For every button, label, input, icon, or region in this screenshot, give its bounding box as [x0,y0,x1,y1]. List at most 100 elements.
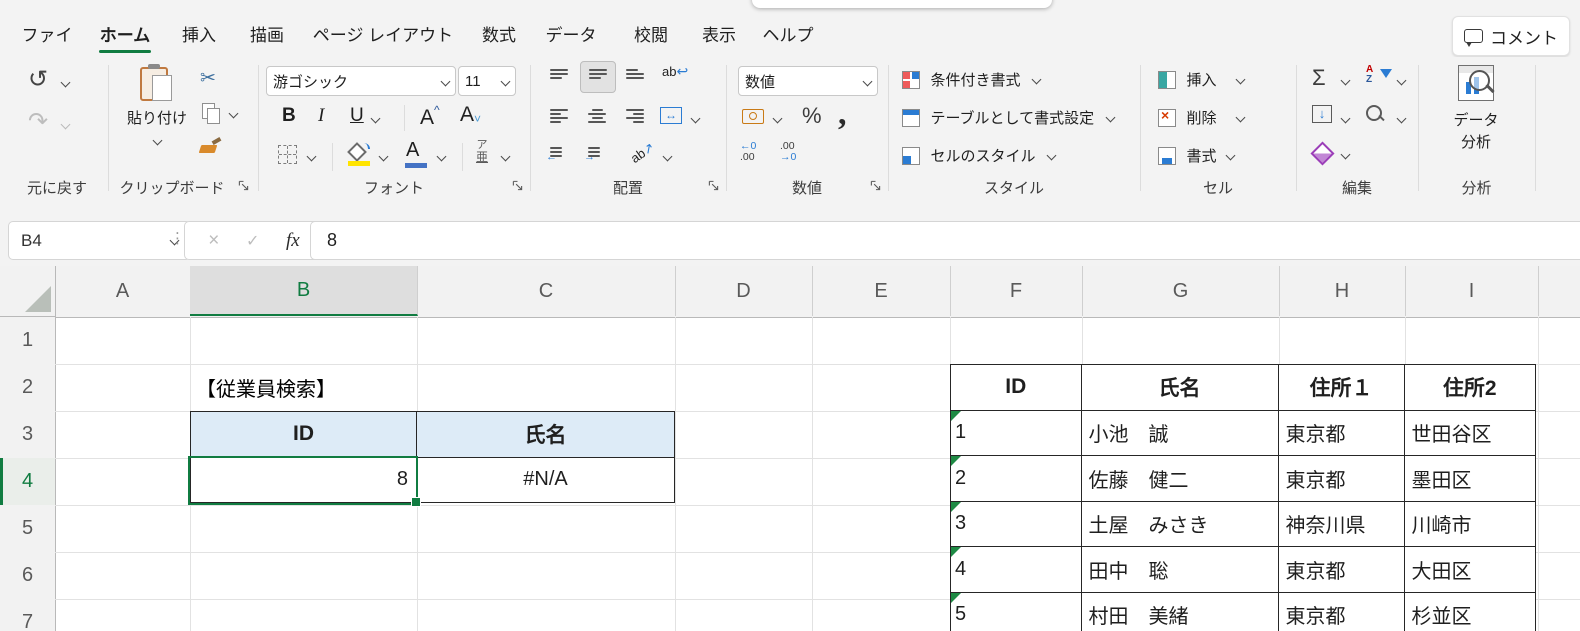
cell-I4[interactable]: 墨田区 [1404,456,1536,502]
redo-icon[interactable]: ↷ [28,107,48,135]
cell-I3[interactable]: 世田谷区 [1404,410,1536,456]
cell-F7[interactable]: 5 [951,592,1082,631]
tab-formulas[interactable]: 数式 [472,20,526,54]
autosum-button[interactable]: Σ [1312,65,1326,91]
increase-decimal-button[interactable]: ←0.00 [740,140,756,163]
align-top-button[interactable] [550,69,568,79]
clear-eraser-icon[interactable] [1310,141,1335,166]
row-header-1[interactable]: 1 [0,317,56,365]
insert-cells-button[interactable]: 挿入 [1158,69,1246,94]
fill-dropdown-chevron[interactable] [1340,113,1351,124]
bold-button[interactable]: B [282,105,296,127]
clipboard-dialog-launcher[interactable] [238,178,249,196]
percent-style-button[interactable]: % [802,103,822,129]
cell-F5[interactable]: 3 [951,501,1082,547]
alignment-dialog-launcher[interactable] [708,178,719,196]
name-box[interactable]: B4 [8,221,191,260]
row-header-5[interactable]: 5 [0,505,56,553]
cell-B2-search-title[interactable]: 【従業員検索】 [196,364,496,411]
align-left-button[interactable] [550,109,568,123]
autosum-dropdown-chevron[interactable] [1340,75,1351,86]
cell-F6[interactable]: 4 [951,547,1082,593]
cell-B3[interactable]: ID [191,412,417,458]
cell-H6[interactable]: 東京都 [1278,547,1405,593]
cell-C4-na-result[interactable]: #N/A [417,457,675,503]
cell-H3[interactable]: 東京都 [1278,410,1405,456]
number-format-combobox[interactable]: 数値 [738,66,878,96]
underline-button[interactable]: U [350,105,364,127]
data-analysis-button[interactable]: データ 分析 [1430,61,1522,161]
undo-icon[interactable]: ↺ [28,65,48,93]
row-header-3[interactable]: 3 [0,411,56,459]
column-header-F[interactable]: F [950,266,1083,316]
cell-I6[interactable]: 大田区 [1404,547,1536,593]
cell-G5[interactable]: 土屋 みさき [1081,501,1279,547]
tab-page-layout[interactable]: ページ レイアウト [310,20,456,54]
cell-I2[interactable]: 住所2 [1404,365,1536,411]
clear-dropdown-chevron[interactable] [1340,149,1351,160]
copy-dropdown-chevron[interactable] [228,108,239,119]
italic-button[interactable]: I [318,105,324,127]
find-select-icon[interactable] [1366,105,1385,122]
merge-dropdown-chevron[interactable] [690,113,701,124]
tab-help[interactable]: ヘルプ [760,20,816,54]
align-center-button[interactable] [588,109,606,123]
undo-dropdown-chevron[interactable] [60,77,71,88]
currency-dropdown-chevron[interactable] [772,113,783,124]
cell-G3[interactable]: 小池 誠 [1081,410,1279,456]
orientation-button[interactable]: ab↗ [628,139,658,167]
cell-G6[interactable]: 田中 聡 [1081,547,1279,593]
column-header-E[interactable]: E [812,266,951,316]
column-header-H[interactable]: H [1279,266,1406,316]
merge-center-button[interactable]: ↔ [660,107,682,124]
currency-button[interactable] [742,109,764,124]
tab-insert[interactable]: 挿入 [172,20,226,54]
orientation-dropdown-chevron[interactable] [662,151,673,162]
tab-file[interactable]: ファイル [16,20,78,77]
underline-dropdown-chevron[interactable] [370,113,381,124]
grow-font-button[interactable]: A^ [420,103,440,130]
font-dialog-launcher[interactable] [512,178,523,196]
borders-button[interactable] [278,145,297,164]
tab-review[interactable]: 校閲 [624,20,678,54]
cell-F4[interactable]: 2 [951,456,1082,502]
tab-data[interactable]: データ [538,20,604,54]
phonetic-button[interactable]: ア 亜 [476,140,488,164]
comma-style-button[interactable]: , [838,95,847,133]
paste-dropdown-chevron[interactable] [152,135,163,146]
align-right-button[interactable] [626,109,644,123]
shrink-font-button[interactable]: A˅ [460,103,481,127]
cell-styles-button[interactable]: セルのスタイル [902,145,1057,167]
column-header-I[interactable]: I [1405,266,1539,316]
fill-handle[interactable] [411,497,421,507]
tab-home[interactable]: ホーム [94,20,156,54]
fill-color-dropdown-chevron[interactable] [378,151,389,162]
cell-C3[interactable]: 氏名 [417,412,675,458]
format-as-table-button[interactable]: テーブルとして書式設定 [902,107,1116,129]
sort-filter-button[interactable]: A Z [1366,65,1373,85]
cell-F2[interactable]: ID [951,365,1082,411]
align-bottom-button[interactable] [626,69,644,79]
sort-filter-dropdown-chevron[interactable] [1396,75,1407,86]
cut-icon[interactable]: ✂ [200,67,216,89]
cell-I7[interactable]: 杉並区 [1404,592,1536,631]
cell-F3[interactable]: 1 [951,410,1082,456]
number-dialog-launcher[interactable] [870,178,881,196]
formula-bar-drag-handle[interactable]: ⋮ [170,229,185,247]
cell-G2[interactable]: 氏名 [1081,365,1279,411]
find-dropdown-chevron[interactable] [1396,113,1407,124]
align-middle-button-selected[interactable] [580,61,616,93]
column-header-G[interactable]: G [1082,266,1280,316]
select-all-button[interactable] [0,266,56,317]
column-header-D[interactable]: D [675,266,813,316]
decrease-decimal-button[interactable]: .00 →0 [780,140,796,163]
wrap-text-button[interactable]: ab↩ [662,63,688,80]
phonetic-dropdown-chevron[interactable] [500,151,511,162]
comments-button[interactable]: コメント [1452,16,1570,56]
insert-function-icon[interactable]: fx [286,230,300,252]
column-header-C[interactable]: C [417,266,676,316]
font-color-dropdown-chevron[interactable] [436,151,447,162]
formula-input[interactable]: 8 [310,221,1580,260]
cell-H5[interactable]: 神奈川県 [1278,501,1405,547]
format-painter-icon[interactable] [198,145,218,153]
